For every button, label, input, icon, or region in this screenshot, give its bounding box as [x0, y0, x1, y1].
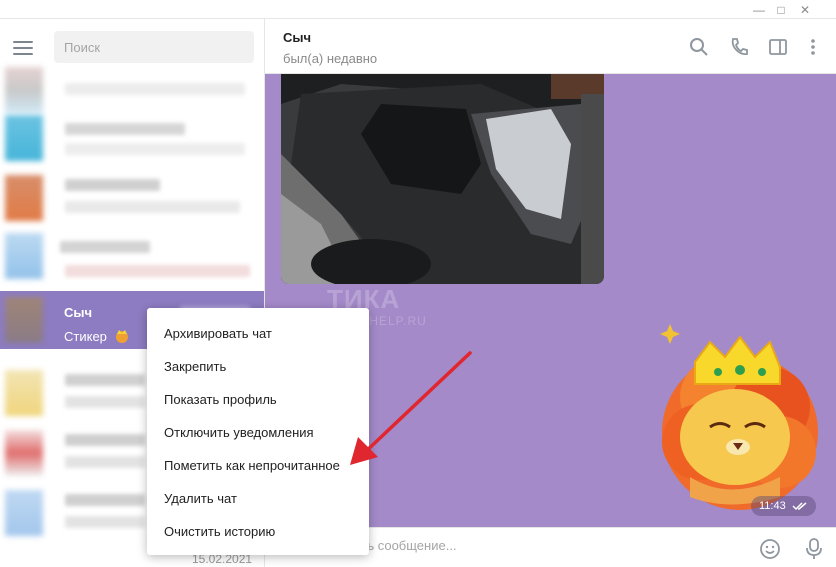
sidebar-toggle-icon[interactable]	[768, 37, 788, 57]
chat-status: был(а) недавно	[283, 51, 378, 66]
double-check-icon	[792, 502, 807, 511]
phone-icon[interactable]	[729, 37, 749, 57]
menu-item-mute-notifications[interactable]: Отключить уведомления	[147, 416, 369, 449]
active-chat-preview-text: Стикер	[64, 329, 107, 344]
maximize-window-button[interactable]: □	[770, 0, 792, 19]
menu-item-delete-chat[interactable]: Удалить чат	[147, 482, 369, 515]
message-input[interactable]	[317, 538, 717, 553]
car-photo-image	[281, 74, 604, 284]
search-input[interactable]	[54, 31, 254, 63]
more-icon[interactable]	[803, 37, 823, 57]
window-titlebar: — □ ✕	[0, 0, 836, 19]
emoji-icon[interactable]	[759, 538, 781, 560]
chat-title[interactable]: Сыч	[283, 30, 311, 45]
message-time-badge: 11:43	[751, 496, 816, 516]
photo-message[interactable]	[281, 74, 604, 284]
menu-item-view-profile[interactable]: Показать профиль	[147, 383, 369, 416]
menu-item-clear-history[interactable]: Очистить историю	[147, 515, 369, 548]
menu-item-mark-unread[interactable]: Пометить как непрочитанное	[147, 449, 369, 482]
microphone-icon[interactable]	[803, 537, 825, 561]
search-icon[interactable]	[689, 37, 709, 57]
close-window-button[interactable]: ✕	[794, 0, 816, 19]
hamburger-icon[interactable]	[13, 41, 33, 55]
minimize-window-button[interactable]: —	[748, 0, 770, 19]
crown-lion-emoji-icon	[115, 330, 128, 343]
active-chat-preview: Стикер	[64, 329, 130, 344]
lion-sticker-image[interactable]	[630, 312, 826, 512]
list-item[interactable]	[0, 109, 264, 167]
active-chat-name: Сыч	[64, 305, 93, 320]
list-item[interactable]	[0, 169, 264, 227]
list-item[interactable]	[0, 227, 264, 285]
message-time: 11:43	[759, 500, 786, 512]
chat-context-menu: Архивировать чат Закрепить Показать проф…	[147, 308, 369, 555]
menu-item-archive-chat[interactable]: Архивировать чат	[147, 317, 369, 350]
menu-item-pin[interactable]: Закрепить	[147, 350, 369, 383]
chat-header: Сыч был(а) недавно	[265, 19, 836, 74]
